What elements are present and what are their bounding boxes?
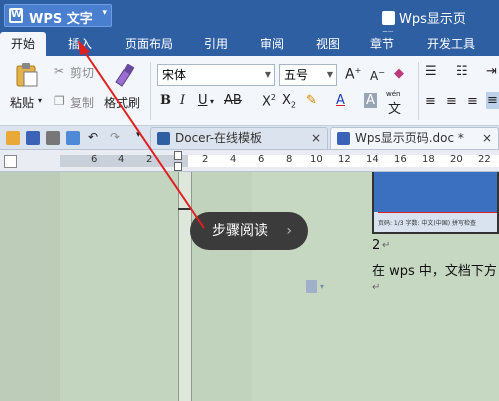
annotation-arrow-head xyxy=(78,40,90,55)
annotation-arrow-line xyxy=(81,47,205,229)
annotation-arrow xyxy=(78,40,205,229)
